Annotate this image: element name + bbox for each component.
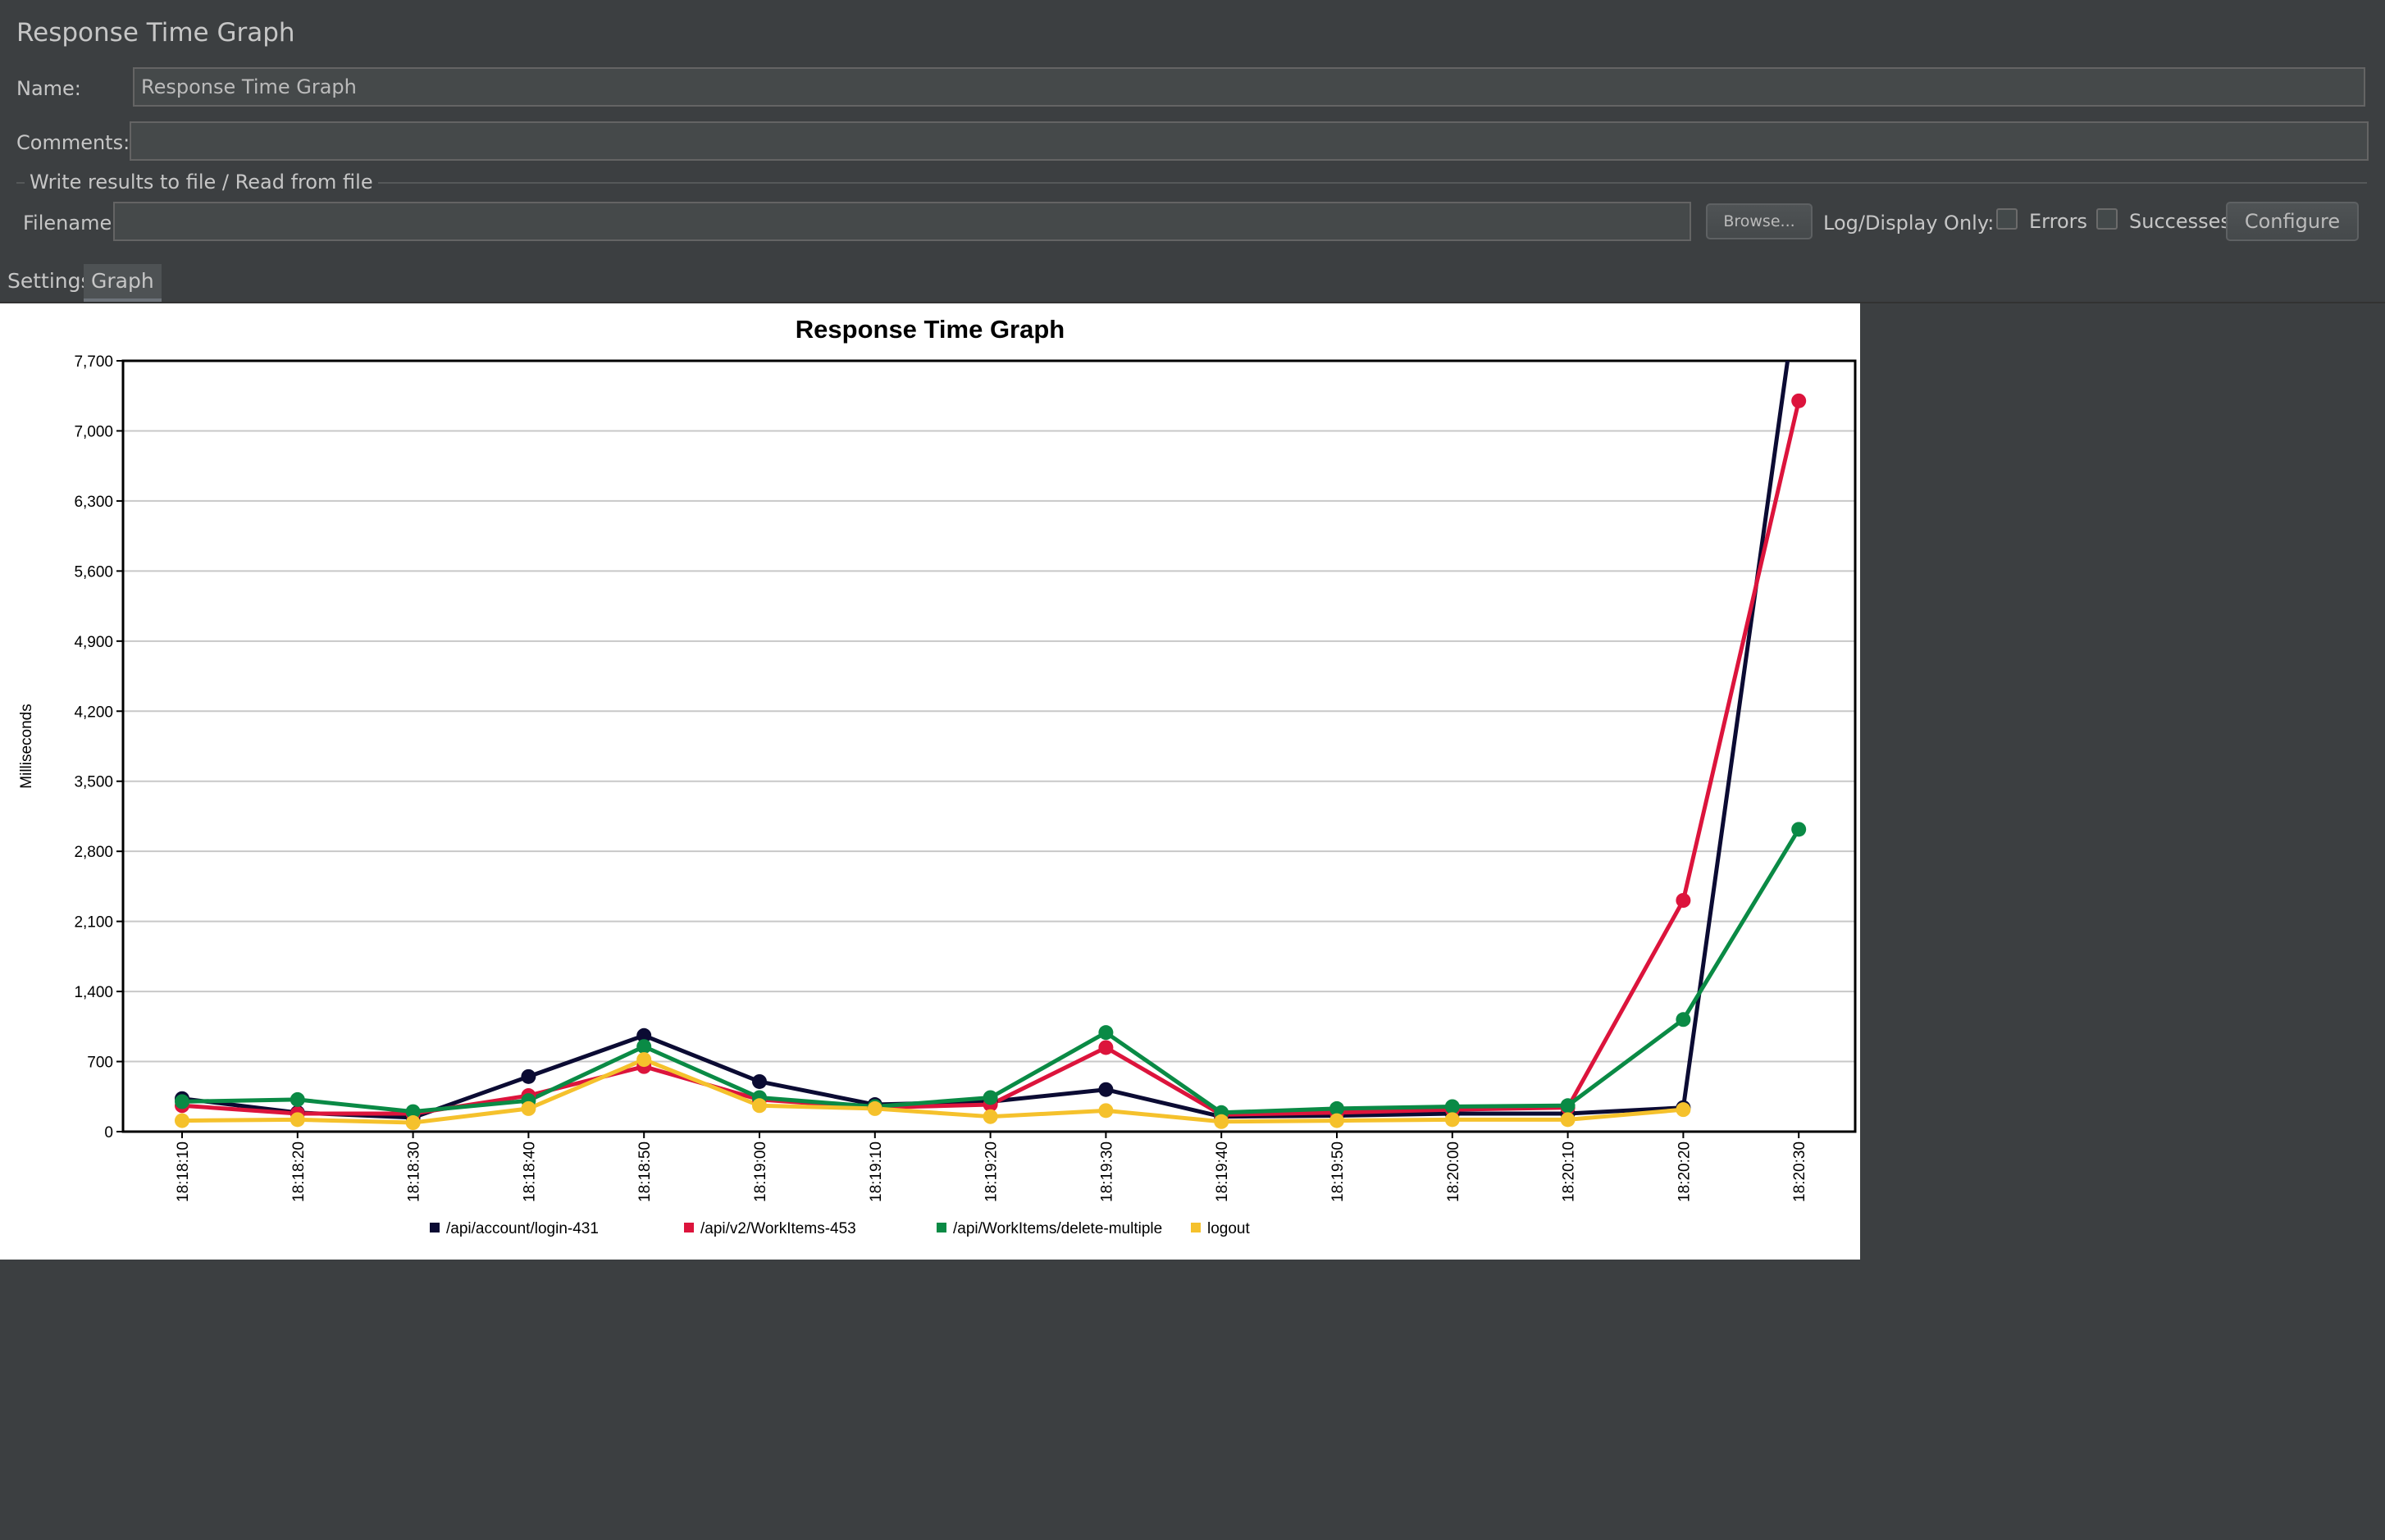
y-axis-label: Milliseconds (18, 704, 35, 788)
data-point (1098, 1040, 1114, 1055)
data-point (1329, 1113, 1344, 1128)
data-point (175, 1113, 189, 1128)
series-line (181, 828, 1801, 1115)
data-point (521, 1068, 536, 1084)
configure-button[interactable]: Configure (2226, 202, 2359, 241)
x-tick-label: 18:19:50 (1329, 1141, 1347, 1202)
errors-label: Errors (2029, 210, 2088, 233)
y-tick-label: 4,200 (74, 704, 113, 721)
data-point (1444, 1112, 1460, 1128)
legend-item-login: /api/account/login-431 (430, 1220, 599, 1238)
y-tick-label: 3,500 (74, 774, 113, 791)
data-point (1098, 1103, 1114, 1119)
data-point (1791, 822, 1807, 837)
comments-input[interactable] (130, 121, 2369, 161)
data-point (405, 1115, 421, 1131)
data-point (1098, 1025, 1114, 1041)
x-tick-label: 18:20:30 (1791, 1141, 1808, 1202)
y-tick-label: 2,100 (74, 914, 113, 932)
data-point (521, 1100, 536, 1116)
data-point (290, 1112, 305, 1128)
legend-label-logout: logout (1207, 1220, 1250, 1237)
response-time-chart: 0 700 1,400 2,100 2,800 3,500 4,200 4,900 5,600 6… (18, 315, 1857, 1202)
plot-frame (121, 359, 1857, 1133)
x-tick-label: 18:20:10 (1561, 1141, 1578, 1202)
data-point (1444, 1099, 1460, 1114)
series-line (181, 400, 1801, 1117)
x-tick-label: 18:20:00 (1445, 1141, 1462, 1202)
x-tick-label: 18:18:50 (636, 1141, 654, 1202)
successes-checkbox[interactable] (2096, 208, 2118, 230)
panel-title: Response Time Graph (16, 18, 295, 48)
data-point (1676, 1012, 1691, 1027)
legend-swatch-delete-multiple (937, 1222, 946, 1232)
legend-swatch-logout (1191, 1222, 1201, 1232)
legend-label-login: /api/account/login-431 (446, 1220, 599, 1237)
y-tick-label: 7,700 (74, 353, 113, 371)
data-point (175, 1094, 189, 1109)
x-tick-label: 18:19:40 (1214, 1141, 1231, 1202)
response-time-graph-panel: Response Time Graph Name: Comments: Writ… (0, 0, 2385, 1540)
successes-label: Successes (2129, 210, 2231, 233)
legend-label-delete-multiple: /api/WorkItems/delete-multiple (953, 1220, 1163, 1237)
data-point (636, 1039, 652, 1055)
data-point (290, 1091, 305, 1107)
y-tick-label: 5,600 (74, 563, 113, 581)
errors-checkbox[interactable] (1996, 208, 2018, 230)
legend-item-logout: logout (1191, 1220, 1250, 1238)
data-point (983, 1090, 998, 1105)
y-tick-label: 700 (87, 1055, 113, 1072)
legend-label-workitems: /api/v2/WorkItems-453 (700, 1220, 856, 1237)
legend-item-delete-multiple: /api/WorkItems/delete-multiple (937, 1220, 1162, 1238)
x-tick-label: 18:18:10 (175, 1141, 192, 1202)
data-point (1676, 893, 1691, 908)
legend-item-workitems: /api/v2/WorkItems-453 (684, 1220, 856, 1238)
data-point (867, 1100, 882, 1116)
legend-swatch-workitems (684, 1222, 694, 1232)
data-point (983, 1109, 998, 1124)
x-tick-label: 18:18:40 (521, 1141, 538, 1202)
data-point (1214, 1114, 1229, 1129)
chart-panel: 0 700 1,400 2,100 2,800 3,500 4,200 4,900 5,600 6… (0, 303, 1860, 1260)
log-display-only-label: Log/Display Only: (1823, 212, 1995, 235)
x-tick-label: 18:20:20 (1676, 1141, 1693, 1202)
browse-button[interactable]: Browse... (1706, 203, 1813, 239)
x-tick-label: 18:19:30 (1098, 1141, 1115, 1202)
data-point (636, 1052, 652, 1068)
x-tick-label: 18:19:10 (868, 1141, 885, 1202)
data-point (1676, 1102, 1691, 1118)
data-point (1560, 1112, 1576, 1128)
file-group-title: Write results to file / Read from file (25, 171, 378, 194)
x-tick-label: 18:18:20 (290, 1141, 308, 1202)
comments-label: Comments: (16, 131, 130, 154)
x-tick-label: 18:19:00 (752, 1141, 769, 1202)
y-tick-label: 0 (104, 1124, 113, 1141)
data-point (1560, 1098, 1576, 1114)
y-tick-label: 2,800 (74, 844, 113, 861)
filename-input[interactable] (113, 202, 1691, 241)
y-tick-label: 1,400 (74, 984, 113, 1001)
legend-swatch-login (430, 1222, 440, 1232)
filename-label: Filename (23, 212, 112, 235)
y-tick-label: 4,900 (74, 634, 113, 651)
x-tick-label: 18:18:30 (406, 1141, 423, 1202)
x-tick-label: 18:19:20 (983, 1141, 1001, 1202)
data-point (752, 1073, 767, 1089)
chart-title: Response Time Graph (796, 315, 1065, 344)
name-label: Name: (16, 77, 81, 100)
tab-graph[interactable]: Graph (84, 264, 162, 302)
name-input[interactable] (133, 67, 2365, 107)
data-point (1791, 393, 1807, 408)
y-tick-label: 7,000 (74, 423, 113, 440)
data-point (1098, 1082, 1114, 1097)
data-point (752, 1098, 767, 1114)
y-tick-label: 6,300 (74, 494, 113, 511)
